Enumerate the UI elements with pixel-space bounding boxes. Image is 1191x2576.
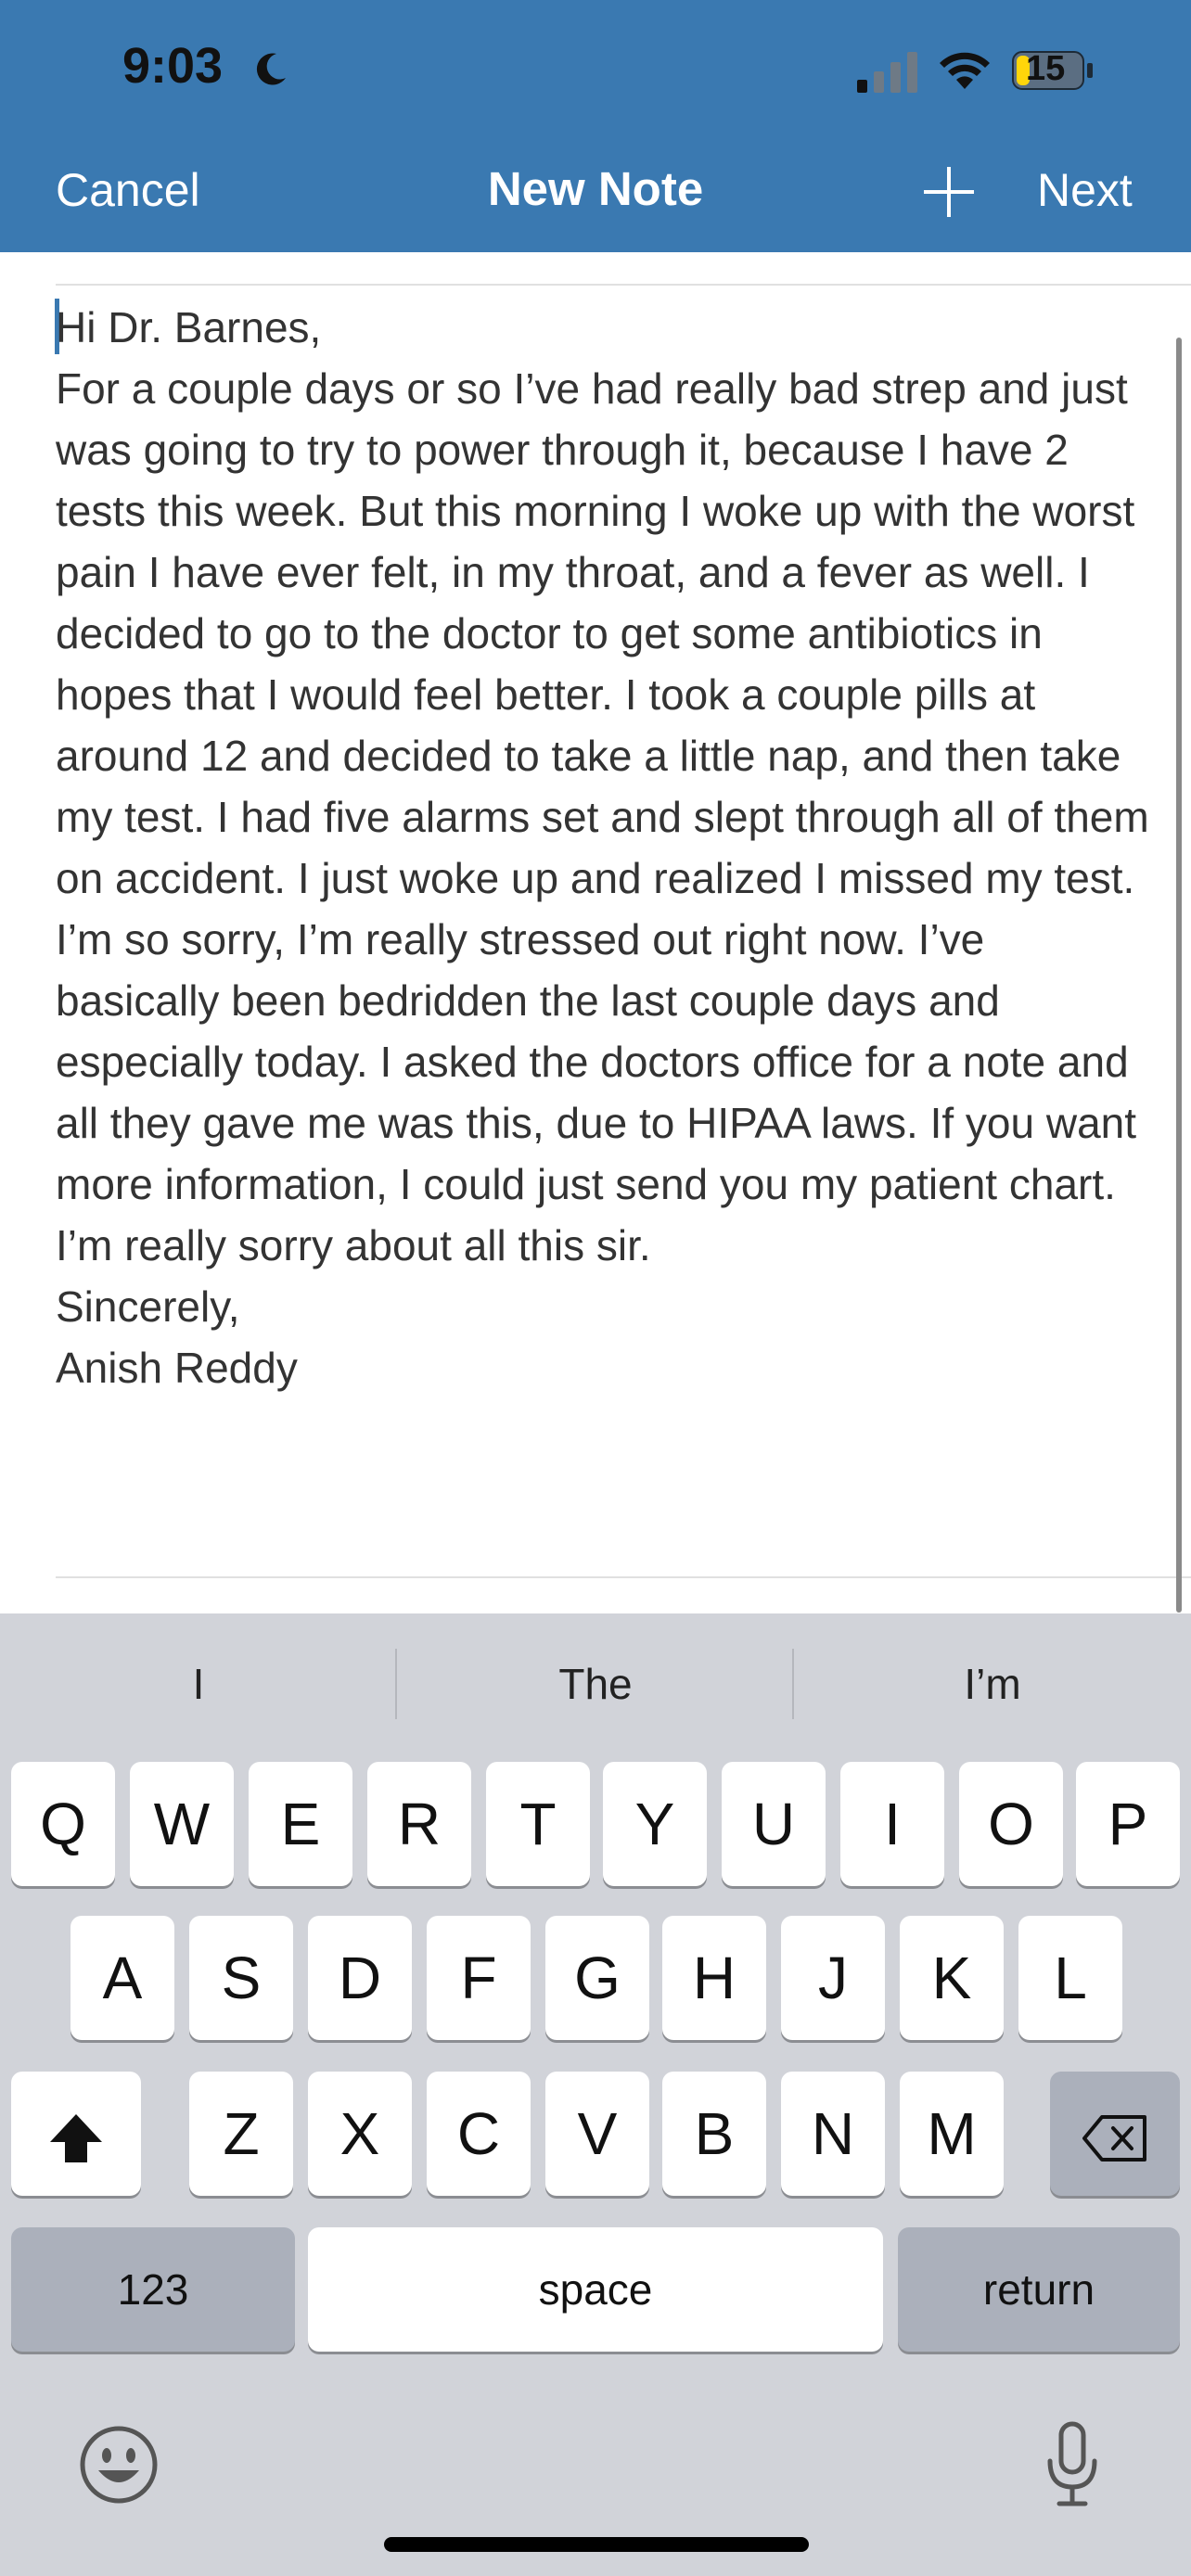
bottom-divider xyxy=(56,1576,1191,1578)
scrollbar[interactable] xyxy=(1176,338,1182,1613)
key-k[interactable]: K xyxy=(900,1916,1004,2040)
note-greeting: Hi Dr. Barnes, xyxy=(56,303,322,351)
wifi-icon xyxy=(940,52,990,89)
key-n[interactable]: N xyxy=(781,2072,885,2196)
key-c[interactable]: C xyxy=(427,2072,531,2196)
key-o[interactable]: O xyxy=(959,1762,1063,1886)
key-u[interactable]: U xyxy=(722,1762,826,1886)
key-f[interactable]: F xyxy=(427,1916,531,2040)
key-v[interactable]: V xyxy=(545,2072,649,2196)
key-z[interactable]: Z xyxy=(189,2072,293,2196)
key-s[interactable]: S xyxy=(189,1916,293,2040)
note-text-editor[interactable]: Hi Dr. Barnes, For a couple days or so I… xyxy=(56,297,1150,1398)
note-apology: I’m really sorry about all this sir. xyxy=(56,1221,651,1269)
key-p[interactable]: P xyxy=(1076,1762,1180,1886)
shift-icon xyxy=(50,2114,102,2163)
status-time: 9:03 xyxy=(122,38,224,94)
return-key[interactable]: return xyxy=(898,2227,1180,2352)
key-t[interactable]: T xyxy=(486,1762,590,1886)
key-h[interactable]: H xyxy=(662,1916,766,2040)
battery-level: 15 xyxy=(1026,49,1066,88)
key-g[interactable]: G xyxy=(545,1916,649,2040)
suggestion-3[interactable]: I’m xyxy=(794,1613,1191,1754)
app-header: 9:03 15 Cancel New Note Next xyxy=(0,0,1191,252)
backspace-key[interactable] xyxy=(1050,2072,1180,2196)
key-e[interactable]: E xyxy=(249,1762,352,1886)
top-divider xyxy=(56,284,1191,286)
signal-icon xyxy=(857,52,917,93)
moon-icon xyxy=(256,53,286,85)
shift-key[interactable] xyxy=(11,2072,141,2196)
key-l[interactable]: L xyxy=(1018,1916,1122,2040)
key-w[interactable]: W xyxy=(130,1762,234,1886)
space-key[interactable]: space xyxy=(308,2227,883,2352)
note-body: For a couple days or so I’ve had really … xyxy=(56,364,1149,1208)
note-closing: Sincerely, xyxy=(56,1282,240,1331)
microphone-icon[interactable] xyxy=(1044,2420,1100,2509)
note-signature: Anish Reddy xyxy=(56,1344,298,1392)
backspace-icon xyxy=(1082,2115,1146,2162)
key-q[interactable]: Q xyxy=(11,1762,115,1886)
numbers-key[interactable]: 123 xyxy=(11,2227,295,2352)
key-m[interactable]: M xyxy=(900,2072,1004,2196)
key-j[interactable]: J xyxy=(781,1916,885,2040)
key-d[interactable]: D xyxy=(308,1916,412,2040)
suggestion-1[interactable]: I xyxy=(0,1613,397,1754)
home-indicator[interactable] xyxy=(384,2537,809,2552)
suggestion-2[interactable]: The xyxy=(397,1613,794,1754)
key-y[interactable]: Y xyxy=(603,1762,707,1886)
key-a[interactable]: A xyxy=(70,1916,174,2040)
key-i[interactable]: I xyxy=(840,1762,944,1886)
key-b[interactable]: B xyxy=(662,2072,766,2196)
key-r[interactable]: R xyxy=(367,1762,471,1886)
cancel-button[interactable]: Cancel xyxy=(56,163,200,217)
plus-icon[interactable] xyxy=(924,167,974,217)
next-button[interactable]: Next xyxy=(1037,163,1133,217)
emoji-icon[interactable] xyxy=(78,2424,160,2506)
key-x[interactable]: X xyxy=(308,2072,412,2196)
